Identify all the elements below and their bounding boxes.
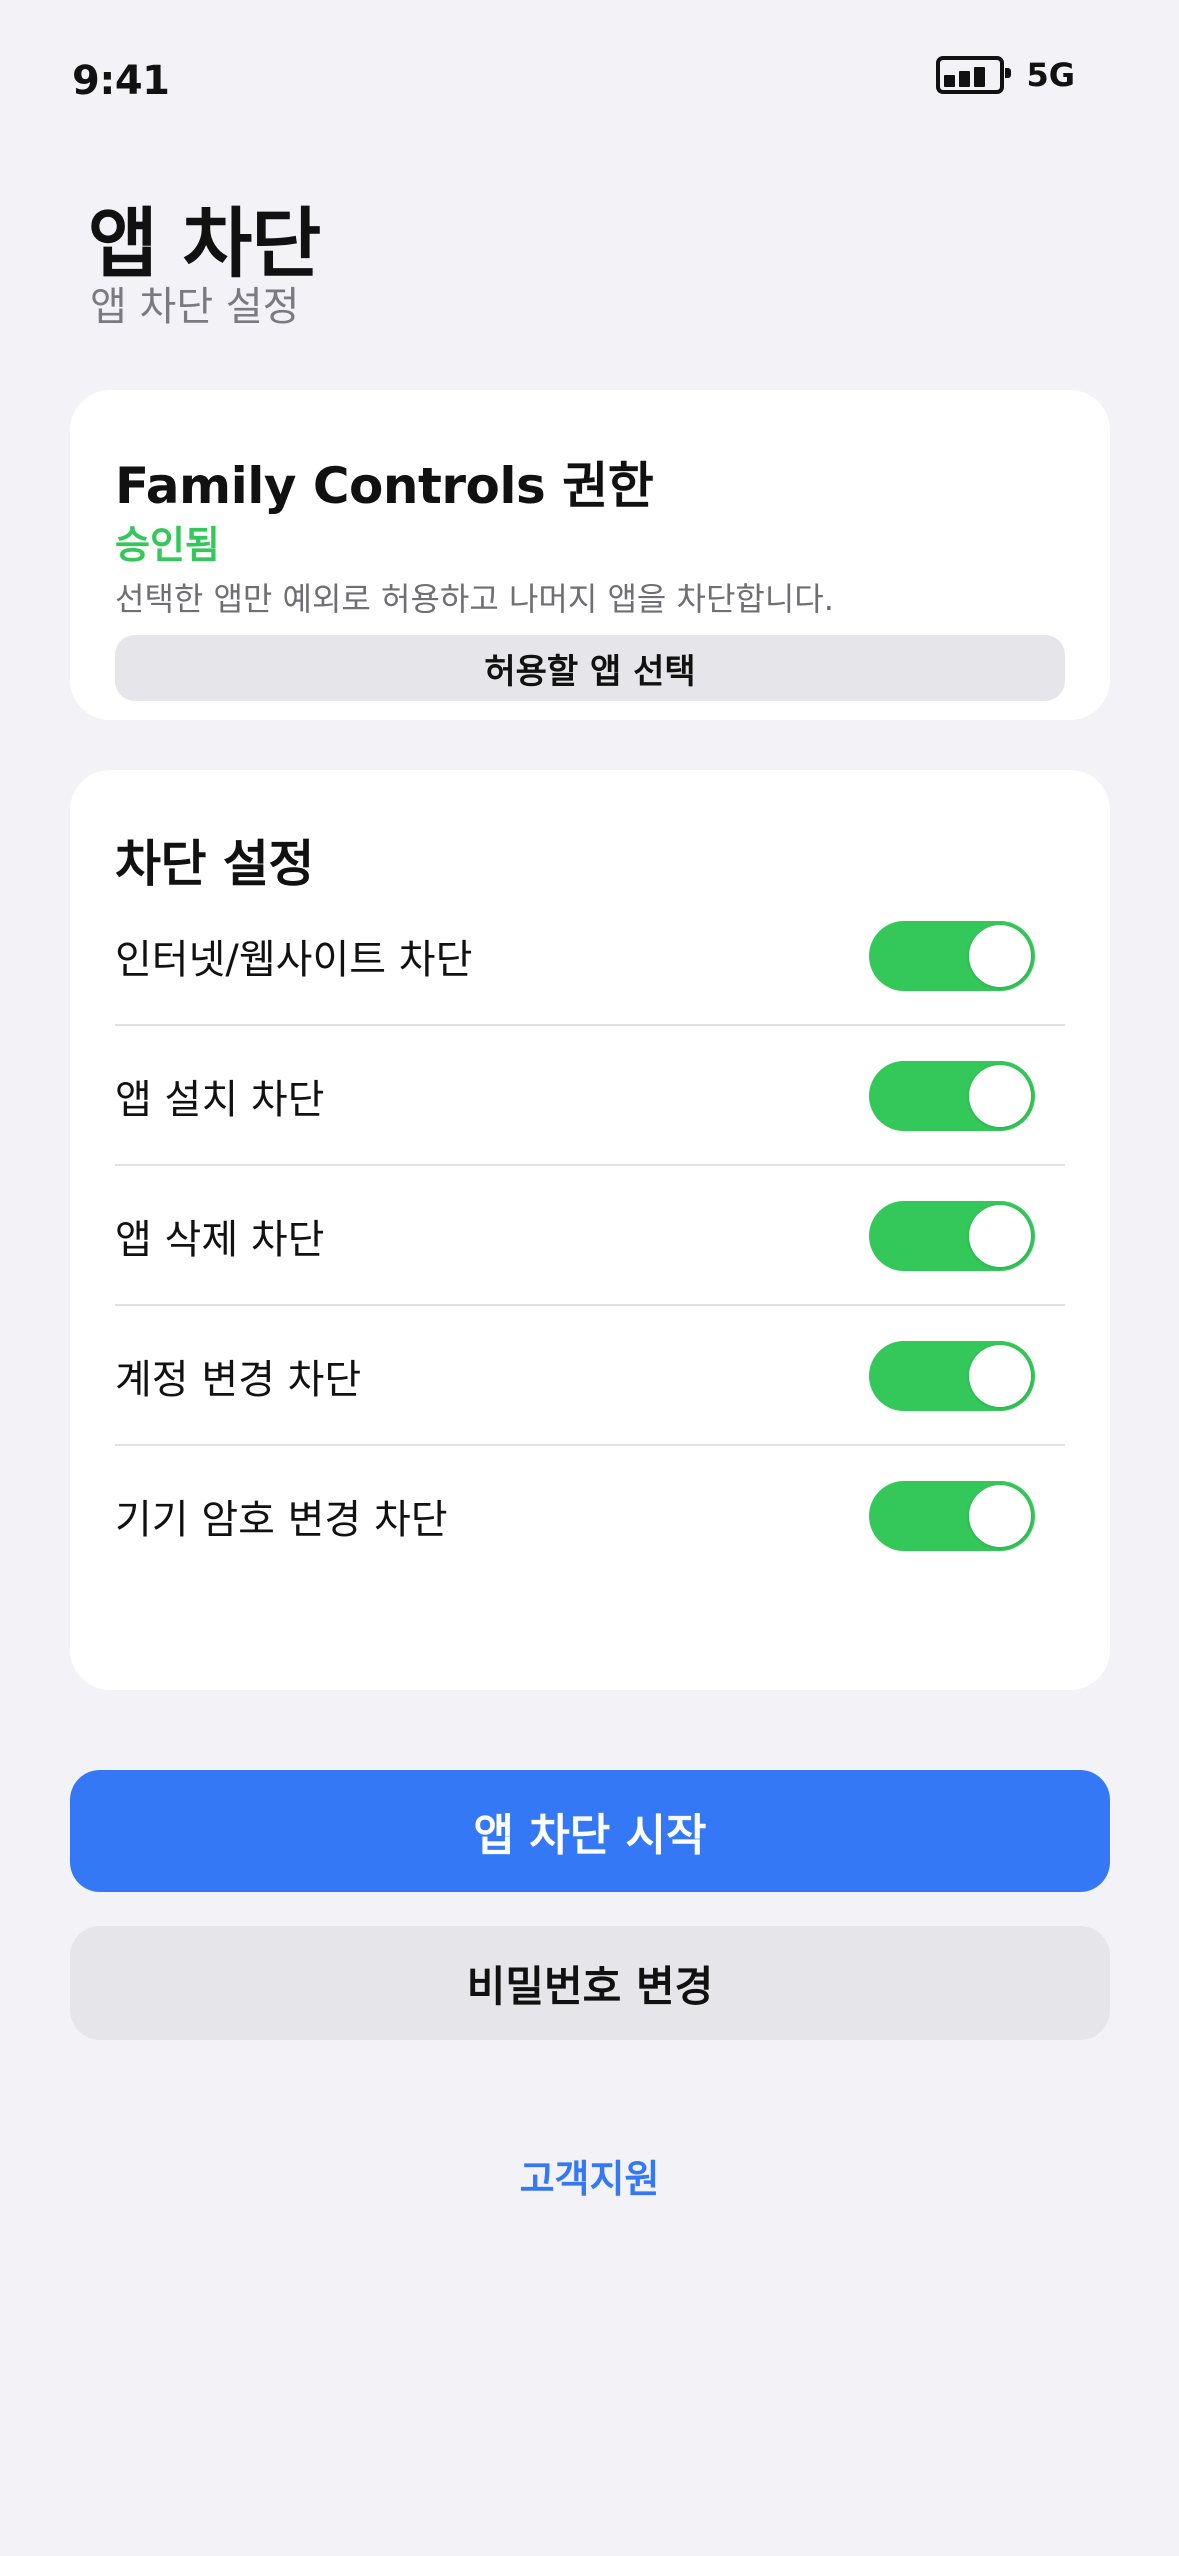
battery-icon: [936, 56, 1012, 94]
page-subtitle: 앱 차단 설정: [90, 284, 300, 330]
toggle-knob: [969, 1065, 1031, 1127]
setting-label: 앱 삭제 차단: [115, 1217, 325, 1263]
status-right: 5G: [936, 56, 1075, 94]
toggle-knob: [969, 1345, 1031, 1407]
setting-label: 앱 설치 차단: [115, 1077, 325, 1123]
toggle-knob: [969, 1205, 1031, 1267]
setting-label: 계정 변경 차단: [115, 1357, 362, 1403]
network-indicator: 5G: [1026, 56, 1075, 94]
setting-row-internet-block: 인터넷/웹사이트 차단: [115, 886, 1065, 1026]
setting-row-passcode-change-block: 기기 암호 변경 차단: [115, 1446, 1065, 1586]
app-delete-block-toggle[interactable]: [869, 1201, 1035, 1271]
setting-row-account-change-block: 계정 변경 차단: [115, 1306, 1065, 1446]
setting-row-app-delete-block: 앱 삭제 차단: [115, 1166, 1065, 1306]
account-change-block-toggle[interactable]: [869, 1341, 1035, 1411]
app-install-block-toggle[interactable]: [869, 1061, 1035, 1131]
setting-row-app-install-block: 앱 설치 차단: [115, 1026, 1065, 1166]
select-allowed-apps-button[interactable]: 허용할 앱 선택: [115, 635, 1065, 701]
toggle-knob: [969, 925, 1031, 987]
passcode-change-block-toggle[interactable]: [869, 1481, 1035, 1551]
change-password-button[interactable]: 비밀번호 변경: [70, 1926, 1110, 2040]
toggle-knob: [969, 1485, 1031, 1547]
permission-description: 선택한 앱만 예외로 허용하고 나머지 앱을 차단합니다.: [115, 580, 834, 618]
start-app-block-button[interactable]: 앱 차단 시작: [70, 1770, 1110, 1892]
permission-status-badge: 승인됨: [115, 523, 220, 567]
permission-card: Family Controls 권한 승인됨 선택한 앱만 예외로 허용하고 나…: [70, 390, 1110, 720]
customer-support-link[interactable]: 고객지원: [0, 2148, 1179, 2203]
block-settings-card: 차단 설정 인터넷/웹사이트 차단 앱 설치 차단 앱 삭제 차단 계정 변경 …: [70, 770, 1110, 1690]
status-time: 9:41: [72, 58, 170, 104]
setting-label: 기기 암호 변경 차단: [115, 1497, 448, 1543]
permission-title: Family Controls 권한: [115, 457, 654, 515]
internet-block-toggle[interactable]: [869, 921, 1035, 991]
setting-label: 인터넷/웹사이트 차단: [115, 937, 473, 983]
